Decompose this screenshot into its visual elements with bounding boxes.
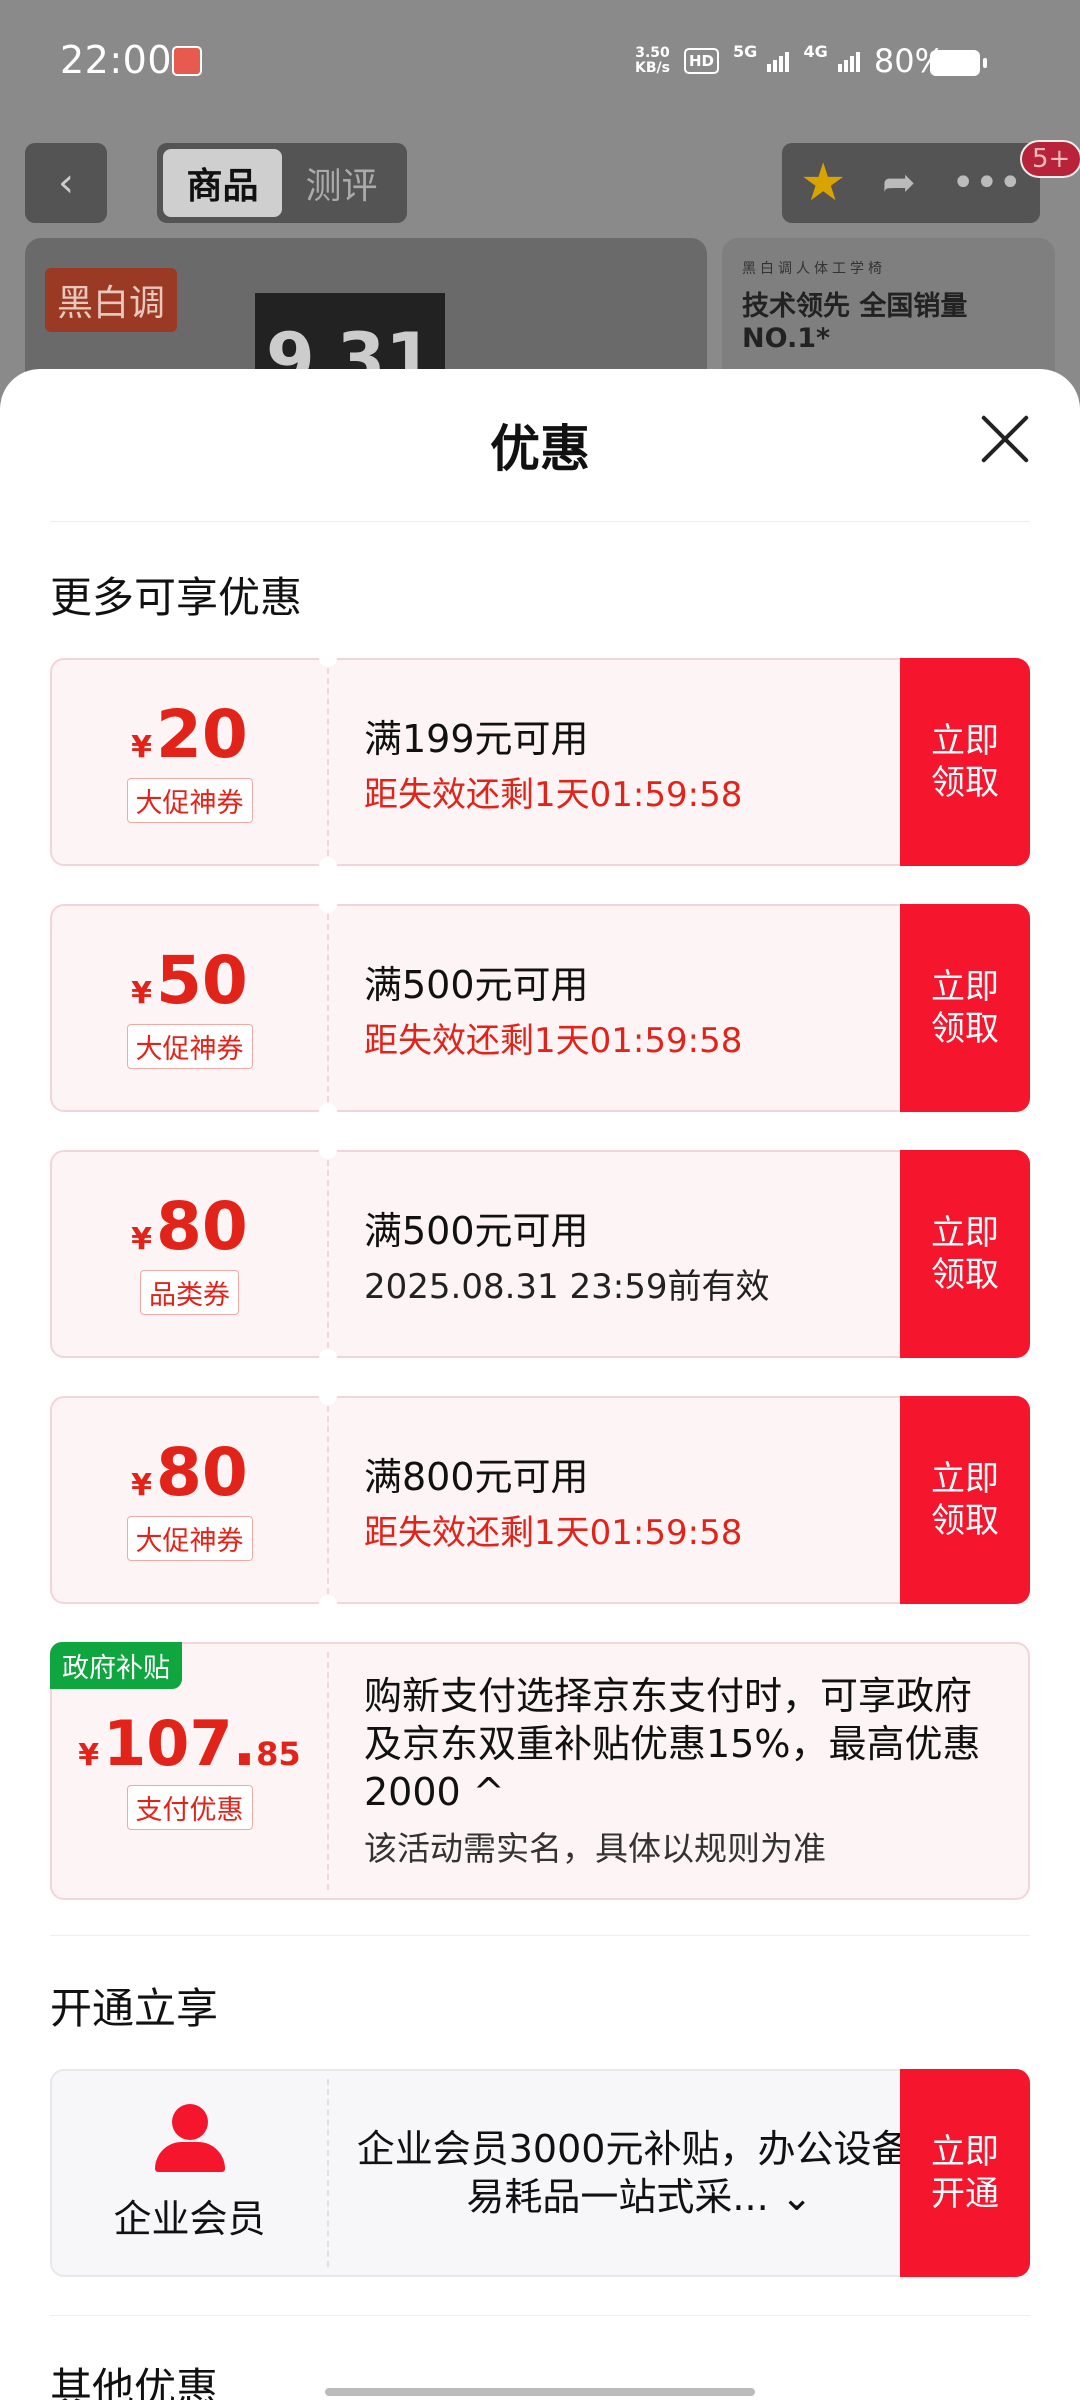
offers-sheet: 优惠 更多可享优惠 ¥20 大促神券 满199元可用 距失效还剩1天01:59:…	[0, 369, 1080, 2400]
membership-info: 企业会员	[52, 2071, 327, 2275]
status-indicators: 3.50 KB/s HD 5G 4G 80%	[635, 42, 945, 80]
coupon-condition: 满199元可用	[364, 717, 589, 761]
battery-icon	[930, 50, 987, 76]
section-title-other-offers: 其他优惠	[50, 2364, 219, 2400]
close-icon[interactable]	[975, 409, 1035, 469]
coupon-card: ¥50 大促神券 满500元可用 距失效还剩1天01:59:58 立即 领取	[50, 895, 1030, 1121]
signal-5g-icon: 5G	[733, 42, 790, 80]
subsidy-tag: 支付优惠	[126, 1784, 253, 1830]
coupon-condition: 满500元可用	[364, 1209, 589, 1253]
sheet-title: 优惠	[490, 420, 590, 478]
product-actions: ★ ➦ •••	[782, 143, 1040, 223]
coupon-value: ¥50 大促神券	[52, 906, 327, 1110]
status-bar: 22:00 3.50 KB/s HD 5G 4G 80%	[0, 0, 1080, 125]
product-tabs: 商品 测评	[157, 143, 407, 223]
coupon-amount: 80	[156, 1187, 248, 1265]
coupon-tag: 大促神券	[126, 1023, 253, 1069]
tab-product[interactable]: 商品	[163, 149, 282, 217]
coupon-value: ¥80 大促神券	[52, 1398, 327, 1602]
membership-label: 企业会员	[113, 2196, 266, 2241]
coupon-card: ¥20 大促神券 满199元可用 距失效还剩1天01:59:58 立即 领取	[50, 649, 1030, 875]
coupon-tag: 大促神券	[126, 777, 253, 823]
coupon-countdown: 距失效还剩1天01:59:58	[364, 775, 743, 815]
subsidy-amount: 107.	[103, 1706, 257, 1780]
divider	[50, 1935, 1030, 1936]
status-time: 22:00	[60, 38, 173, 82]
signal-4g-icon: 4G	[803, 42, 860, 80]
coupon-amount: 50	[156, 941, 248, 1019]
back-button[interactable]: ‹	[25, 143, 107, 223]
coupon-countdown: 距失效还剩1天01:59:58	[364, 1513, 743, 1553]
coupon-validity: 2025.08.31 23:59前有效	[364, 1267, 770, 1307]
share-icon[interactable]: ➦	[882, 160, 916, 206]
coupon-condition: 满500元可用	[364, 963, 589, 1007]
banner-ad-title: 技术领先 全国销量NO.1*	[742, 291, 968, 354]
hd-icon: HD	[683, 48, 719, 74]
brand-badge: 黑白调	[45, 268, 178, 332]
coupon-value: ¥80 品类券	[52, 1152, 327, 1356]
coupon-condition: 满800元可用	[364, 1455, 589, 1499]
subsidy-card[interactable]: 政府补贴 ¥ 107. 85 支付优惠 购新支付选择京东支付时，可享政府及京东双…	[50, 1642, 1030, 1900]
more-icon[interactable]: •••	[951, 160, 1022, 206]
tab-review[interactable]: 测评	[282, 149, 401, 217]
coupon-amount: 80	[156, 1433, 248, 1511]
coupon-card: ¥80 品类券 满500元可用 2025.08.31 23:59前有效 立即 领…	[50, 1141, 1030, 1367]
home-indicator[interactable]	[325, 2388, 755, 2396]
claim-coupon-button[interactable]: 立即 领取	[900, 1396, 1030, 1604]
banner-ad-subtitle: 黑白调人体工学椅	[742, 261, 886, 277]
more-badge: 5+	[1020, 140, 1080, 178]
activate-membership-button[interactable]: 立即 开通	[900, 2069, 1030, 2277]
section-title-more-offers: 更多可享优惠	[50, 573, 303, 622]
network-speed: 3.50 KB/s	[635, 45, 670, 76]
divider	[50, 2315, 1030, 2316]
claim-coupon-button[interactable]: 立即 领取	[900, 1150, 1030, 1358]
divider	[50, 521, 1030, 522]
membership-card: 企业会员 企业会员3000元补贴，办公设备/易耗品一站式采... ⌄ 立即 开通	[50, 2069, 1030, 2277]
subsidy-value: ¥ 107. 85 支付优惠	[52, 1644, 327, 1898]
claim-coupon-button[interactable]: 立即 领取	[900, 658, 1030, 866]
coupon-amount: 20	[156, 695, 248, 773]
person-icon	[154, 2103, 225, 2174]
coupon-card: ¥80 大促神券 满800元可用 距失效还剩1天01:59:58 立即 领取	[50, 1387, 1030, 1613]
coupon-value: ¥20 大促神券	[52, 660, 327, 864]
subsidy-amount-decimal: 85	[256, 1734, 301, 1773]
section-title-open-now: 开通立享	[50, 1984, 219, 2033]
chevron-left-icon: ‹	[58, 160, 74, 206]
coupon-countdown: 距失效还剩1天01:59:58	[364, 1021, 743, 1061]
coupon-tag: 大促神券	[126, 1515, 253, 1561]
subsidy-description: 购新支付选择京东支付时，可享政府及京东双重补贴优惠15%，最高优惠2000 ^	[364, 1674, 981, 1814]
favorite-star-icon[interactable]: ★	[800, 153, 847, 213]
claim-coupon-button[interactable]: 立即 领取	[900, 904, 1030, 1112]
subsidy-note: 该活动需实名，具体以规则为准	[364, 1829, 826, 1868]
app-notification-icon	[172, 46, 202, 76]
coupon-tag: 品类券	[140, 1269, 239, 1315]
membership-description[interactable]: 企业会员3000元补贴，办公设备/易耗品一站式采... ⌄	[342, 2071, 937, 2275]
